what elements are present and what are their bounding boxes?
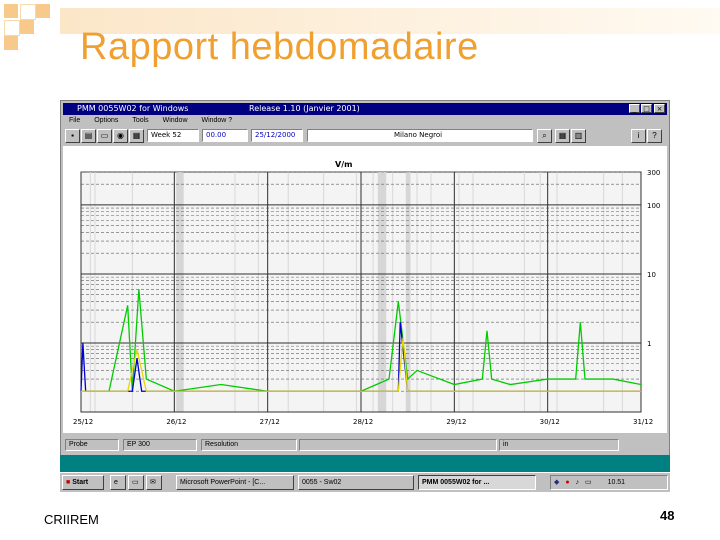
maximize-button[interactable]: □ — [641, 104, 652, 113]
app-window: PMM 0055W02 for Windows Release 1.10 (Ja… — [60, 100, 670, 460]
ie-icon[interactable]: e — [110, 475, 126, 490]
menu-bar: File Options Tools Window Window ? — [63, 116, 667, 126]
camera-icon[interactable]: ◉ — [113, 129, 128, 143]
location-field[interactable]: Milano Negroi — [307, 129, 533, 142]
window-release: Release 1.10 (Janvier 2001) — [249, 104, 360, 113]
x-tick-label: 25/12 — [73, 418, 93, 426]
resolution-label: Resolution — [201, 439, 297, 451]
menu-tools[interactable]: Tools — [132, 117, 148, 124]
resolution-value — [299, 439, 497, 451]
chart-title: V/m — [335, 160, 352, 169]
window-title: PMM 0055W02 for Windows — [77, 104, 189, 113]
slide-title: Rapport hebdomadaire — [80, 26, 479, 68]
x-tick-label: 26/12 — [166, 418, 186, 426]
menu-file[interactable]: File — [69, 117, 80, 124]
table-icon[interactable]: ▥ — [571, 129, 586, 143]
unit-value: in — [499, 439, 619, 451]
x-tick-label: 31/12 — [633, 418, 653, 426]
decor-square — [36, 4, 50, 18]
page-number: 48 — [660, 508, 675, 523]
window-titlebar[interactable]: PMM 0055W02 for Windows Release 1.10 (Ja… — [63, 103, 667, 115]
tray-keyboard-icon[interactable]: ▭ — [585, 479, 592, 486]
x-tick-label: 30/12 — [540, 418, 560, 426]
grid-icon[interactable]: ▦ — [555, 129, 570, 143]
desktop-icon[interactable]: ▭ — [128, 475, 144, 490]
tray-volume-icon[interactable]: ♪ — [576, 479, 580, 486]
start-label: Start — [72, 479, 89, 486]
probe-value: EP 300 — [123, 439, 197, 451]
x-tick-label: 27/12 — [260, 418, 280, 426]
info-icon[interactable]: i — [631, 129, 646, 143]
footer-organization: CRIIREM — [44, 512, 99, 527]
minimize-button[interactable]: _ — [629, 104, 640, 113]
tray-shield-icon[interactable]: ◆ — [554, 479, 559, 486]
y-tick-label: 300 — [647, 169, 660, 177]
zoom-icon[interactable]: ⌕ — [537, 129, 552, 143]
outlook-icon[interactable]: ✉ — [146, 475, 162, 490]
status-bar: Probe EP 300 Resolution in — [63, 435, 667, 457]
decor-square — [20, 4, 36, 20]
date-field[interactable]: 25/12/2000 — [251, 129, 303, 142]
toolbar: ▪ ▤ ▭ ◉ ▦ Week 52 00.00 25/12/2000 Milan… — [63, 128, 667, 145]
tray-network-icon[interactable]: ● — [565, 479, 569, 486]
x-tick-label: 28/12 — [353, 418, 373, 426]
save-icon[interactable]: ▪ — [65, 129, 80, 143]
menu-options[interactable]: Options — [94, 117, 118, 124]
y-tick-label: 10 — [647, 271, 656, 279]
y-tick-label: 100 — [647, 202, 660, 210]
probe-label: Probe — [65, 439, 119, 451]
decor-square — [4, 4, 18, 18]
menu-help[interactable]: Window ? — [201, 117, 232, 124]
week-field[interactable]: Week 52 — [147, 129, 199, 142]
chart-icon[interactable]: ▦ — [129, 129, 144, 143]
start-button[interactable]: ■ Start — [62, 475, 104, 490]
close-button[interactable]: × — [654, 104, 665, 113]
menu-window[interactable]: Window — [163, 117, 188, 124]
taskbar-item-powerpoint[interactable]: Microsoft PowerPoint - [C... — [176, 475, 294, 490]
decor-square — [4, 20, 20, 36]
time-field[interactable]: 00.00 — [202, 129, 248, 142]
field-strength-chart: 1 10 100 300 25/12 26/12 27/12 28/12 29/12 30/12 3… — [73, 160, 660, 426]
taskbar: ■ Start e ▭ ✉ Microsoft PowerPoint - [C.… — [60, 472, 670, 492]
decor-square — [20, 20, 34, 34]
system-tray: ◆ ● ♪ ▭ 10.51 — [550, 475, 668, 490]
decor-square — [4, 36, 18, 50]
tray-clock[interactable]: 10.51 — [608, 479, 626, 486]
taskbar-item-pmm[interactable]: PMM 0055W02 for ... — [418, 475, 536, 490]
print-icon[interactable]: ▤ — [81, 129, 96, 143]
taskbar-item-sw02[interactable]: 0055 - Sw02 — [298, 475, 414, 490]
help-icon[interactable]: ? — [647, 129, 662, 143]
open-icon[interactable]: ▭ — [97, 129, 112, 143]
chart-area: 1 10 100 300 25/12 26/12 27/12 28/12 29/12 30/12 3… — [63, 146, 667, 433]
windows-logo-icon: ■ — [66, 479, 71, 486]
y-tick-label: 1 — [647, 340, 651, 348]
desktop-background — [60, 455, 670, 472]
x-tick-label: 29/12 — [446, 418, 466, 426]
